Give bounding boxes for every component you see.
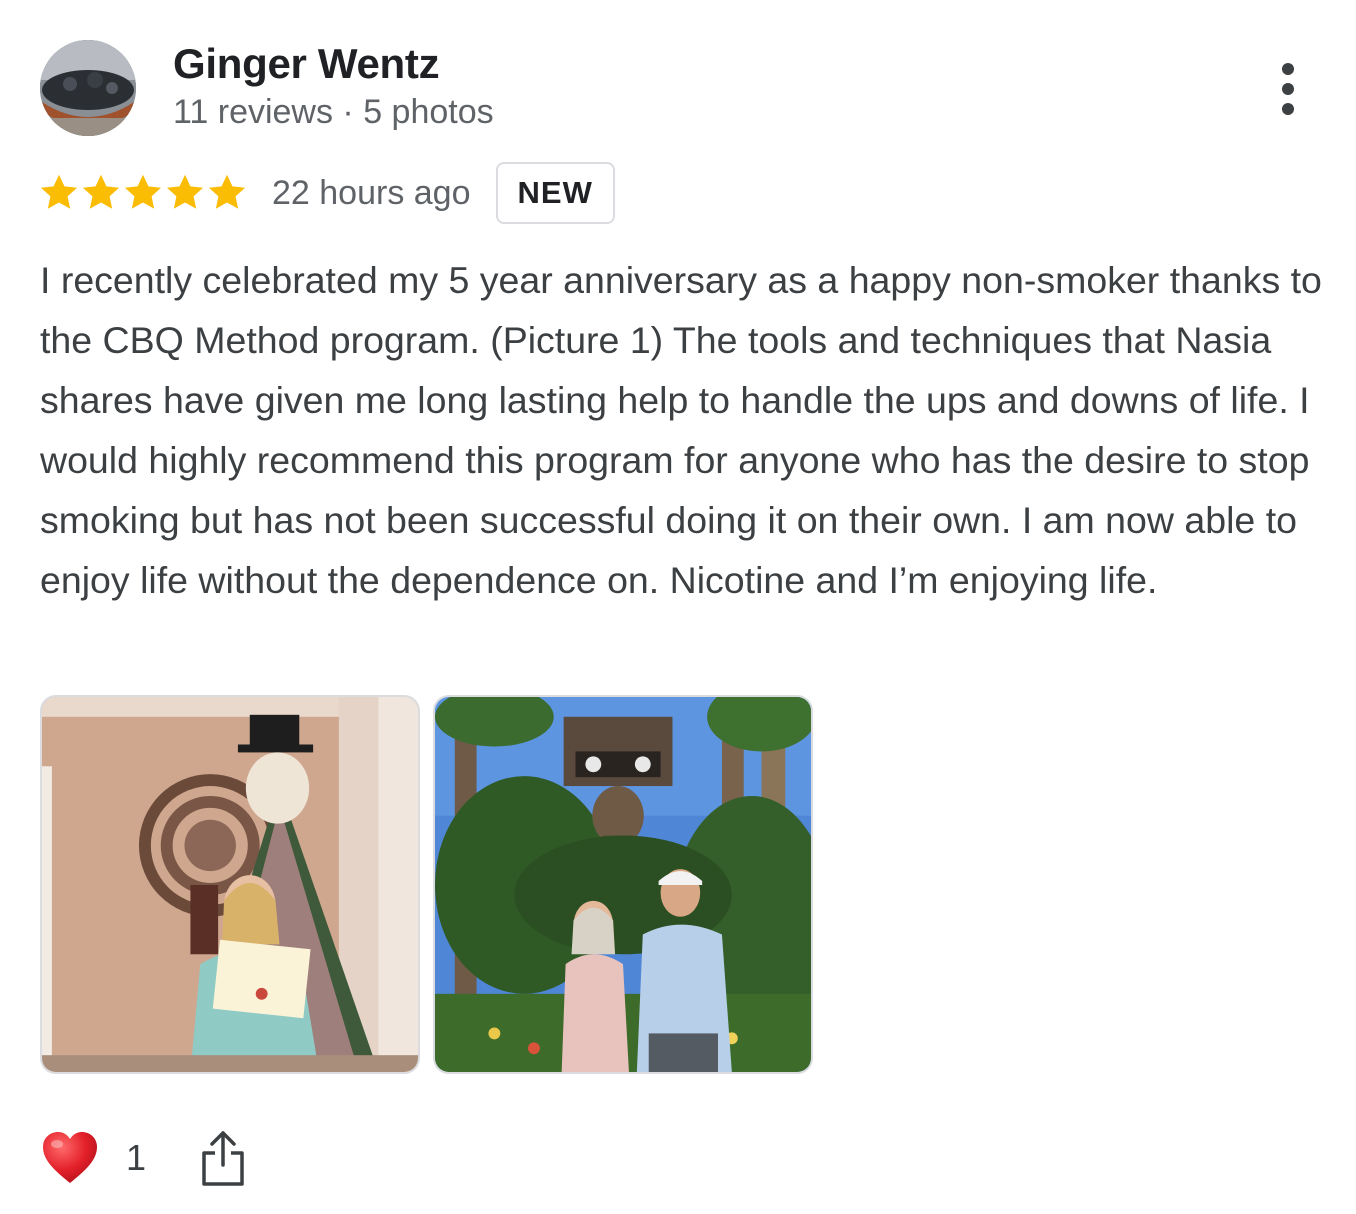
share-icon bbox=[202, 1131, 244, 1186]
star-icon bbox=[40, 174, 78, 209]
review-actions: 1 bbox=[40, 1126, 246, 1190]
like-count: 1 bbox=[126, 1137, 147, 1178]
like-button[interactable]: 1 bbox=[40, 1128, 146, 1188]
star-icon bbox=[124, 174, 162, 209]
reviewer-meta: 11 reviews · 5 photos bbox=[173, 93, 494, 131]
photo-couple-park bbox=[435, 697, 811, 1072]
avatar-photo bbox=[40, 40, 136, 136]
review-timestamp: 22 hours ago bbox=[272, 173, 471, 212]
more-options-button[interactable] bbox=[1268, 58, 1308, 120]
star-icon bbox=[82, 174, 120, 209]
star-icon bbox=[166, 174, 204, 209]
reviewer-name[interactable]: Ginger Wentz bbox=[173, 40, 440, 88]
share-button[interactable] bbox=[200, 1129, 246, 1187]
photo-certificate-tree bbox=[42, 697, 418, 1072]
heart-icon bbox=[43, 1132, 97, 1183]
star-icon bbox=[208, 174, 246, 209]
review-photo-1[interactable] bbox=[40, 695, 420, 1074]
star-rating bbox=[38, 172, 248, 214]
review-photo-2[interactable] bbox=[433, 695, 813, 1074]
review-text: I recently celebrated my 5 year annivers… bbox=[40, 259, 1322, 601]
reviewer-avatar[interactable] bbox=[40, 40, 136, 136]
new-badge: NEW bbox=[495, 162, 615, 224]
rating-row: 22 hours ago NEW bbox=[38, 160, 615, 226]
more-vert-icon bbox=[1282, 63, 1294, 115]
